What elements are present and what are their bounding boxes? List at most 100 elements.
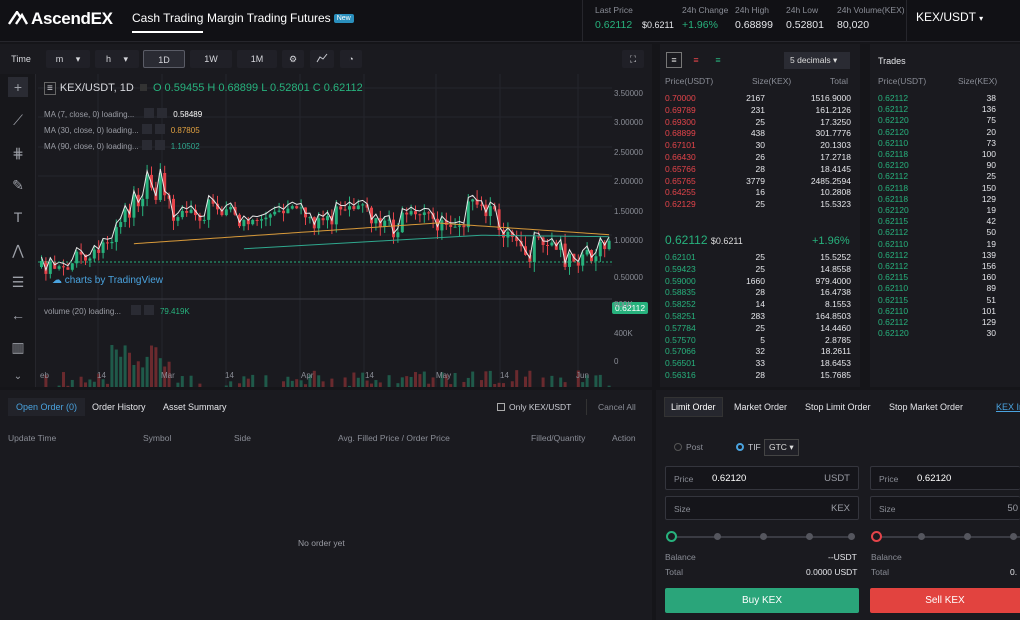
volume-bar (242, 376, 246, 387)
chevron-down-icon[interactable]: ⌄ (8, 367, 28, 387)
brand-logo[interactable]: AscendEX (8, 9, 113, 29)
screenshot-icon[interactable]: ◔ (340, 50, 362, 68)
bid-row[interactable]: 0.59000 1660 979.4000 (665, 276, 855, 288)
bid-total: 18.2611 (820, 346, 851, 357)
ask-row[interactable]: 0.69789 231 161.2126 (665, 105, 855, 117)
back-arrow-icon[interactable]: ← (8, 305, 28, 325)
brush-icon[interactable]: ✎ (8, 175, 28, 195)
bid-row[interactable]: 0.59423 25 14.8558 (665, 264, 855, 276)
settings-icon[interactable] (157, 108, 168, 118)
tif-option[interactable]: TIF (736, 442, 761, 452)
nav-cash-trading[interactable]: Cash Trading (132, 11, 204, 33)
ask-row[interactable]: 0.64255 16 10.2808 (665, 187, 855, 199)
bid-row[interactable]: 0.57066 32 18.2611 (665, 346, 855, 358)
pattern-icon[interactable]: ⋀ (8, 240, 28, 260)
settings-icon[interactable] (154, 124, 165, 134)
bid-row[interactable]: 0.57570 5 2.8785 (665, 335, 855, 347)
interval-1w[interactable]: 1W (190, 50, 232, 68)
price-chart[interactable] (38, 74, 652, 387)
settings-icon[interactable] (154, 140, 165, 150)
candle-body (440, 220, 444, 231)
only-pair-checkbox[interactable]: Only KEX/USDT (497, 402, 571, 412)
kex-info-link[interactable]: KEX In (996, 402, 1020, 412)
trade-row: 0.62112 136 (878, 104, 998, 115)
tif-select[interactable]: GTC ▾ (764, 439, 799, 456)
ask-row[interactable]: 0.66430 26 17.2718 (665, 152, 855, 164)
tab-limit-order[interactable]: Limit Order (664, 397, 723, 417)
ask-row[interactable]: 0.69300 25 17.3250 (665, 117, 855, 129)
nav-margin-trading[interactable]: Margin Trading (207, 11, 287, 25)
cancel-all-button[interactable]: Cancel All (598, 402, 636, 412)
gear-icon[interactable]: ⚙ (282, 50, 304, 68)
interval-1d[interactable]: 1D (143, 50, 185, 68)
ask-row[interactable]: 0.65765 3779 2485.2594 (665, 176, 855, 188)
bid-row[interactable]: 0.58835 28 16.4738 (665, 287, 855, 299)
hour-dropdown[interactable]: h ▾ (95, 50, 139, 68)
ask-row[interactable]: 0.67101 30 20.1303 (665, 140, 855, 152)
buy-size-field[interactable]: Size KEX (665, 496, 859, 520)
sell-button[interactable]: Sell KEX (870, 588, 1020, 613)
bid-row[interactable]: 0.57784 25 14.4460 (665, 323, 855, 335)
eye-icon[interactable] (141, 140, 152, 150)
pair-selector[interactable]: KEX/USDT ▾ (916, 10, 983, 24)
ask-row[interactable]: 0.70000 2167 1516.9000 (665, 93, 855, 105)
tab-market-order[interactable]: Market Order (734, 402, 787, 412)
volume-bar (238, 383, 241, 387)
bid-row[interactable]: 0.56316 28 15.7685 (665, 370, 855, 382)
sell-price-field[interactable]: Price 0.62120 (870, 466, 1020, 490)
eye-icon[interactable] (141, 124, 152, 134)
slider-step[interactable] (848, 533, 855, 540)
buy-slider-handle[interactable] (666, 531, 677, 542)
book-bids-icon[interactable]: ≡ (710, 52, 726, 68)
slider-step[interactable] (964, 533, 971, 540)
buy-price-field[interactable]: Price 0.62120 USDT (665, 466, 859, 490)
text-icon[interactable]: T (8, 207, 28, 227)
post-label: Post (686, 442, 704, 452)
candle-body (282, 210, 285, 214)
tab-asset-summary[interactable]: Asset Summary (163, 402, 227, 412)
ruler-icon[interactable]: ▥ (8, 337, 28, 357)
fullscreen-icon[interactable]: ⛶ (622, 50, 644, 68)
post-option[interactable]: Post (674, 442, 703, 452)
ask-row[interactable]: 0.62129 25 15.5323 (665, 199, 855, 211)
sell-slider-handle[interactable] (871, 531, 882, 542)
sell-slider[interactable] (876, 536, 1020, 538)
decimals-select[interactable]: 5 decimals ▾ (784, 52, 850, 69)
slider-step[interactable] (1010, 533, 1017, 540)
nav-futures[interactable]: Futures New (290, 11, 354, 25)
slider-step[interactable] (918, 533, 925, 540)
indicators-icon[interactable] (310, 50, 334, 68)
tab-stop-market-order[interactable]: Stop Market Order (889, 402, 963, 412)
tradingview-watermark[interactable]: ☁ charts by TradingView (52, 275, 163, 286)
bid-row[interactable]: 0.62101 25 15.5252 (665, 252, 855, 264)
measure-icon[interactable]: ☰ (8, 272, 28, 292)
bid-size: 28 (755, 370, 765, 380)
slider-step[interactable] (806, 533, 813, 540)
tab-stop-limit-order[interactable]: Stop Limit Order (805, 402, 871, 412)
time-button[interactable]: Time (6, 50, 36, 68)
slider-step[interactable] (714, 533, 721, 540)
ask-row[interactable]: 0.68899 438 301.7776 (665, 128, 855, 140)
tab-open-order[interactable]: Open Order (0) (8, 398, 86, 416)
buy-button[interactable]: Buy KEX (665, 588, 859, 613)
bid-row[interactable]: 0.56501 33 18.6453 (665, 358, 855, 370)
sell-price-value[interactable]: 0.62120 (917, 473, 951, 484)
book-both-icon[interactable]: ≡ (666, 52, 682, 68)
book-asks-icon[interactable]: ≡ (688, 52, 704, 68)
bid-row[interactable]: 0.58251 283 164.8503 (665, 311, 855, 323)
minute-dropdown[interactable]: m ▾ (46, 50, 90, 68)
interval-1m[interactable]: 1M (237, 50, 277, 68)
crosshair-icon[interactable]: + (8, 77, 28, 97)
menu-icon[interactable]: ≡ (44, 82, 56, 95)
ask-row[interactable]: 0.65766 28 18.4145 (665, 164, 855, 176)
sell-size-field[interactable]: Size 50 (870, 496, 1020, 520)
eye-icon[interactable] (130, 305, 141, 315)
tab-order-history[interactable]: Order History (92, 402, 146, 412)
bid-row[interactable]: 0.58252 14 8.1553 (665, 299, 855, 311)
slider-step[interactable] (760, 533, 767, 540)
trend-line-icon[interactable]: ⟋ (8, 110, 28, 130)
buy-price-value[interactable]: 0.62120 (712, 473, 746, 484)
eye-icon[interactable] (144, 108, 155, 118)
fib-icon[interactable]: ⋕ (8, 143, 28, 163)
settings-icon[interactable] (143, 305, 154, 315)
